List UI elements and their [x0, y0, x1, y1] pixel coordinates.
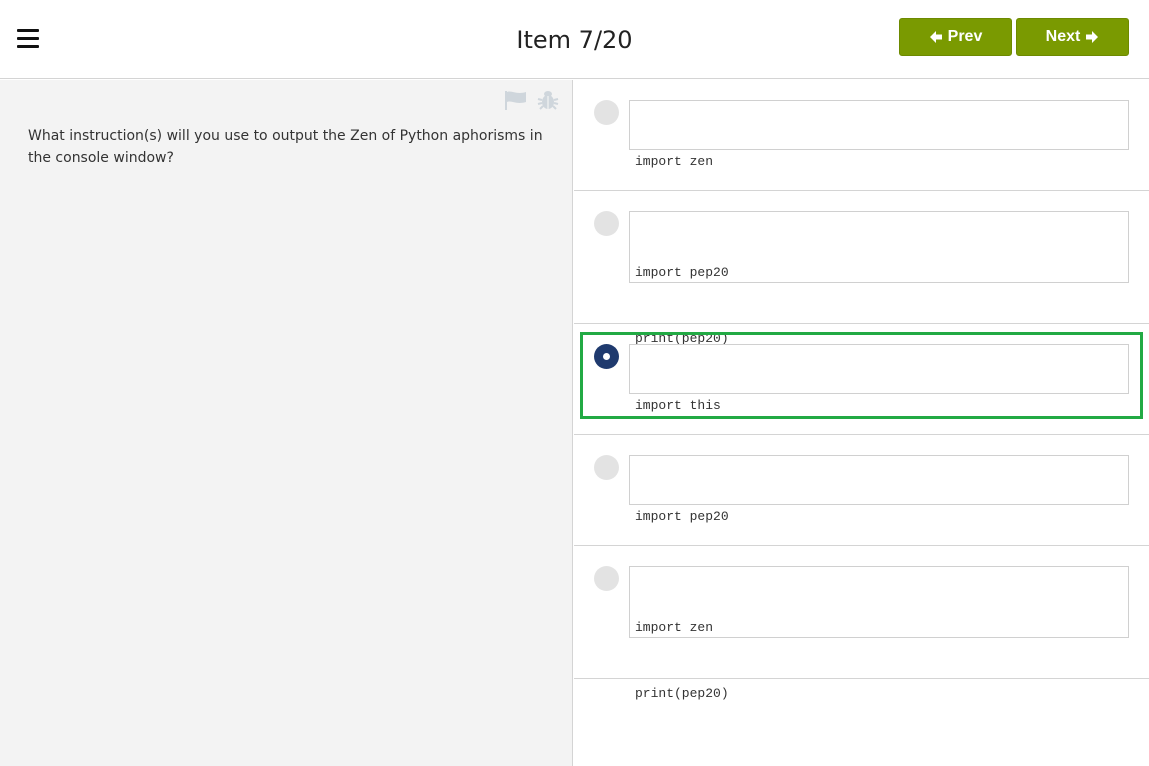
code-line: import zen — [635, 620, 714, 635]
top-bar: Item 7/20 Prev Next — [0, 0, 1149, 79]
prev-button-label: Prev — [947, 28, 983, 45]
code-line: import this — [635, 398, 721, 413]
arrow-left-icon — [929, 31, 942, 43]
flag-icon[interactable] — [504, 90, 528, 110]
next-button[interactable]: Next — [1016, 18, 1129, 56]
next-button-label: Next — [1045, 28, 1081, 45]
answer-options: import zen import pep20 print(pep20) imp… — [574, 80, 1149, 766]
code-line: print(pep20) — [635, 686, 729, 701]
question-text: What instruction(s) will you use to outp… — [28, 128, 543, 166]
bug-icon[interactable] — [537, 89, 559, 111]
arrow-right-icon — [1086, 31, 1099, 43]
answer-code: import zen print(pep20) — [629, 566, 1129, 701]
answer-option-3[interactable]: import this — [574, 324, 1149, 435]
code-line: import zen — [635, 154, 714, 169]
radio-button-selected[interactable] — [594, 344, 619, 369]
answer-option-4[interactable]: import pep20 — [574, 435, 1149, 546]
answer-code: import pep20 print(pep20) — [629, 211, 1129, 346]
answer-option-2[interactable]: import pep20 print(pep20) — [574, 191, 1149, 346]
radio-button[interactable] — [594, 100, 619, 125]
radio-button[interactable] — [594, 455, 619, 480]
code-line: import pep20 — [635, 265, 729, 280]
answer-option-1[interactable]: import zen — [574, 80, 1149, 191]
radio-button[interactable] — [594, 211, 619, 236]
answer-option-5[interactable]: import zen print(pep20) — [574, 546, 1149, 701]
answer-code: import this — [629, 344, 1129, 413]
code-line: import pep20 — [635, 509, 729, 524]
answer-code: import pep20 — [629, 455, 1129, 524]
question-pane: What instruction(s) will you use to outp… — [0, 80, 573, 766]
prev-button[interactable]: Prev — [899, 18, 1012, 56]
answer-code: import zen — [629, 100, 1129, 169]
radio-button[interactable] — [594, 566, 619, 591]
